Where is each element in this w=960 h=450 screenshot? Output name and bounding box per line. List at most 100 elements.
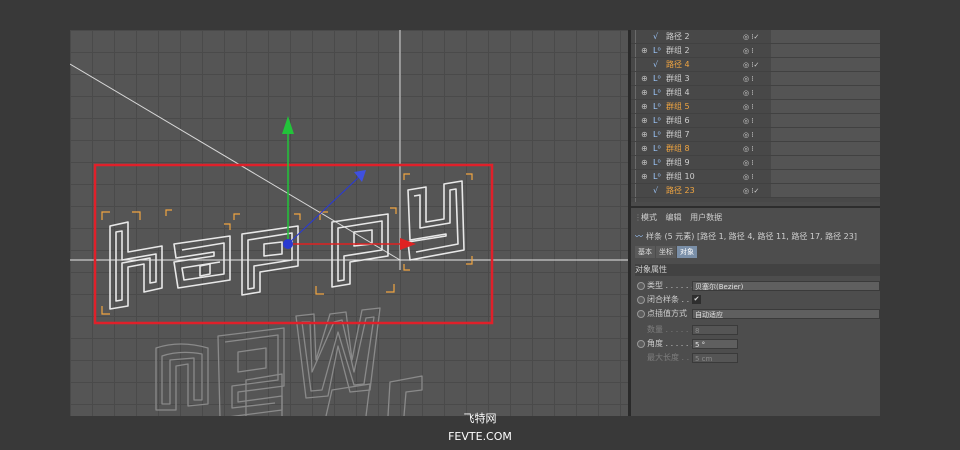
watermark-cn: 飞特网: [463, 412, 497, 425]
angle-value: 5 °: [695, 341, 706, 349]
visibility-toggle-icon[interactable]: ◎ ⁞✓: [743, 184, 773, 198]
interp-dropdown[interactable]: 自动适应: [692, 309, 880, 319]
tags-column: [771, 100, 880, 113]
prop-row-maxlen: 最大长度 . . . 5 cm: [635, 352, 880, 364]
close-spline-checkbox[interactable]: ✔: [692, 295, 701, 304]
null-group-icon: L⁰: [653, 102, 661, 111]
tree-row[interactable]: ⊕ L⁰ 群组 4 ◎ ⁞: [631, 86, 880, 100]
tree-row[interactable]: ⊕ L⁰ 群组 7 ◎ ⁞: [631, 128, 880, 142]
prop-close-label: 闭合样条 . .: [647, 295, 690, 304]
gizmo-y-arrow[interactable]: [282, 116, 294, 134]
tags-column: [771, 114, 880, 127]
selected-object-label: 样条 (5 元素) [路径 1, 路径 4, 路径 11, 路径 17, 路径 …: [646, 232, 857, 241]
visibility-toggle-icon[interactable]: ◎ ⁞: [743, 156, 773, 170]
section-title: 对象属性: [635, 264, 880, 276]
watermark-en: FEVTE.COM: [448, 430, 512, 443]
null-group-icon: L⁰: [653, 158, 661, 167]
visibility-toggle-icon[interactable]: ◎ ⁞: [743, 128, 773, 142]
tree-row[interactable]: ⊕ L⁰ 群组 9 ◎ ⁞: [631, 156, 880, 170]
expand-toggle-icon[interactable]: ⊕: [641, 100, 649, 114]
expand-toggle-icon[interactable]: ⊕: [641, 44, 649, 58]
null-group-icon: L⁰: [653, 172, 661, 181]
tree-row[interactable]: ⊕ L⁰ 群组 5 ◎ ⁞: [631, 100, 880, 114]
side-panel: √ 路径 2 ◎ ⁞✓ ⊕ L⁰ 群组 2 ◎ ⁞ √ 路径 4 ◎ ⁞✓ ⊕ L⁰ 群组 3 ◎ ⁞ ⊕ L…: [631, 30, 880, 416]
tree-row-label: 群组 9: [666, 158, 690, 167]
expand-toggle-icon[interactable]: ⊕: [641, 86, 649, 100]
null-group-icon: L⁰: [653, 144, 661, 153]
tags-column: [771, 170, 880, 183]
menu-mode[interactable]: 模式: [641, 213, 657, 222]
maxlen-value: 5 cm: [695, 355, 713, 363]
count-value: 8: [695, 327, 700, 335]
tree-row-label: 群组 8: [666, 144, 690, 153]
interp-dropdown-value: 自动适应: [695, 311, 723, 319]
visibility-toggle-icon[interactable]: ◎ ⁞✓: [743, 58, 773, 72]
visibility-toggle-icon[interactable]: ◎ ⁞: [743, 100, 773, 114]
prop-row-angle: 角度 . . . . . . . 5 °: [635, 338, 880, 350]
prop-row-count: 数量 . . . . . . . 8: [635, 324, 880, 336]
tree-row[interactable]: ⊕ L⁰ 群组 10 ◎ ⁞: [631, 170, 880, 184]
animate-radio[interactable]: [637, 340, 645, 348]
visibility-toggle-icon[interactable]: ◎ ⁞✓: [743, 30, 773, 44]
tree-row-label: 群组 7: [666, 130, 690, 139]
expand-toggle-icon[interactable]: ⊕: [641, 114, 649, 128]
tags-column: [771, 128, 880, 141]
null-group-icon: L⁰: [653, 74, 661, 83]
prop-row-close: 闭合样条 . . ✔: [635, 294, 880, 306]
spline-icon: √: [653, 186, 659, 195]
tab-coord[interactable]: 坐标: [656, 246, 676, 258]
visibility-toggle-icon[interactable]: ◎ ⁞: [743, 44, 773, 58]
prop-row-type: 类型 . . . . . . . 贝塞尔(Bezier): [635, 280, 880, 292]
tree-row[interactable]: √ 路径 2 ◎ ⁞✓: [631, 30, 880, 44]
tree-row[interactable]: ⊕ L⁰ 群组 3 ◎ ⁞: [631, 72, 880, 86]
prop-angle-label: 角度 . . . . . . .: [647, 339, 699, 348]
null-group-icon: L⁰: [653, 130, 661, 139]
visibility-toggle-icon[interactable]: ◎ ⁞: [743, 114, 773, 128]
tree-row[interactable]: √ 路径 23 ◎ ⁞✓: [631, 184, 880, 198]
tree-row-label: 群组 5: [666, 102, 690, 111]
tags-column: [771, 58, 880, 71]
expand-toggle-icon[interactable]: ⊕: [641, 72, 649, 86]
tree-row[interactable]: √ 路径 4 ◎ ⁞✓: [631, 58, 880, 72]
tab-basic[interactable]: 基本: [635, 246, 655, 258]
tags-column: [771, 86, 880, 99]
visibility-toggle-icon[interactable]: ◎ ⁞: [743, 86, 773, 100]
animate-radio[interactable]: [637, 282, 645, 290]
type-dropdown-value: 贝塞尔(Bezier): [695, 283, 744, 291]
tree-row-label: 路径 2: [666, 32, 690, 41]
null-group-icon: L⁰: [653, 46, 661, 55]
type-dropdown[interactable]: 贝塞尔(Bezier): [692, 281, 880, 291]
angle-field[interactable]: 5 °: [692, 339, 738, 349]
visibility-toggle-icon[interactable]: ◎ ⁞: [743, 142, 773, 156]
visibility-toggle-icon[interactable]: ◎ ⁞: [743, 72, 773, 86]
tree-row[interactable]: ⊕ L⁰ 群组 8 ◎ ⁞: [631, 142, 880, 156]
viewport-scene: [70, 30, 628, 416]
tags-column: [771, 184, 880, 197]
null-group-icon: L⁰: [653, 116, 661, 125]
expand-toggle-icon[interactable]: ⊕: [641, 156, 649, 170]
prop-maxlen-label: 最大长度 . . .: [647, 353, 695, 362]
expand-toggle-icon[interactable]: ⊕: [641, 142, 649, 156]
tree-row[interactable]: ⊕ L⁰ 群组 2 ◎ ⁞: [631, 44, 880, 58]
maxlen-field[interactable]: 5 cm: [692, 353, 738, 363]
expand-toggle-icon[interactable]: ⊕: [641, 128, 649, 142]
visibility-toggle-icon[interactable]: ◎ ⁞: [743, 170, 773, 184]
tab-object[interactable]: 对象: [677, 246, 697, 258]
count-field[interactable]: 8: [692, 325, 738, 335]
gizmo-z-axis[interactable]: [287, 175, 361, 245]
selected-object-line: 〰样条 (5 元素) [路径 1, 路径 4, 路径 11, 路径 17, 路径…: [635, 230, 857, 244]
menu-edit[interactable]: 编辑: [666, 213, 682, 222]
gizmo-center[interactable]: [283, 239, 293, 249]
tree-row-label: 群组 2: [666, 46, 690, 55]
null-group-icon: L⁰: [653, 88, 661, 97]
animate-radio[interactable]: [637, 296, 645, 304]
menu-grip-icon: ⋮: [634, 213, 642, 222]
viewport-3d[interactable]: [70, 30, 628, 416]
expand-toggle-icon[interactable]: ⊕: [641, 170, 649, 184]
menu-user-data[interactable]: 用户数据: [690, 213, 722, 222]
animate-radio[interactable]: [637, 310, 645, 318]
tree-row-label: 群组 3: [666, 74, 690, 83]
tree-row[interactable]: ⊕ L⁰ 群组 6 ◎ ⁞: [631, 114, 880, 128]
spline-icon: √: [653, 60, 659, 69]
tree-row-label: 群组 4: [666, 88, 690, 97]
